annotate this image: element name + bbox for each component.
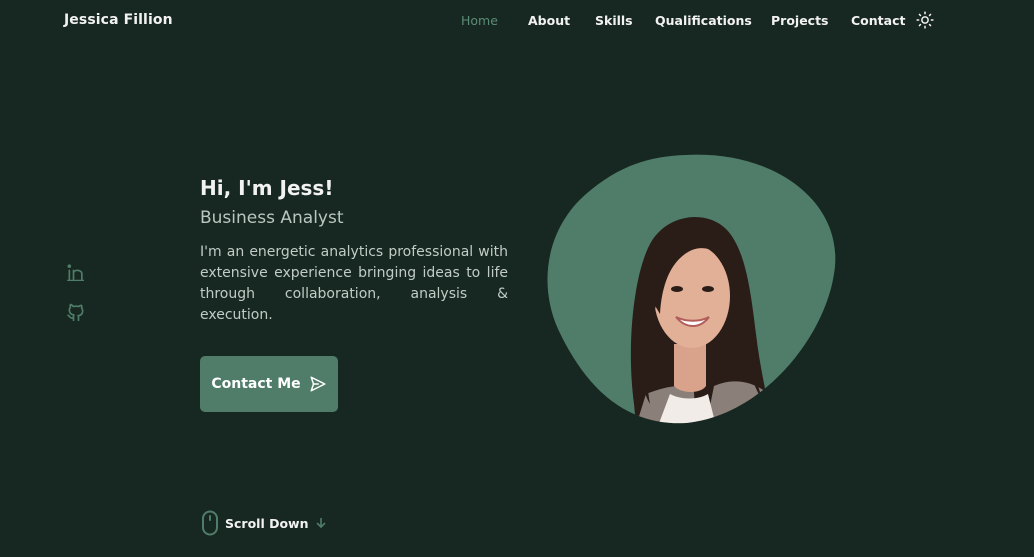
- hero-description: I'm an energetic analytics professional …: [200, 244, 508, 323]
- contact-me-button[interactable]: Contact Me: [200, 356, 338, 412]
- scroll-down-label: Scroll Down: [225, 515, 309, 531]
- portfolio-page: Jessica Fillion Home About Skills Qualif…: [0, 0, 1034, 557]
- scroll-down-link[interactable]: Scroll Down: [201, 509, 327, 537]
- profile-photo: [546, 154, 838, 426]
- theme-toggle-button[interactable]: [916, 11, 934, 29]
- nav-qualifications[interactable]: Qualifications: [655, 13, 752, 28]
- nav-projects[interactable]: Projects: [771, 13, 829, 28]
- linkedin-link[interactable]: [66, 262, 86, 282]
- github-icon: [67, 303, 84, 322]
- hero-subtitle: Business Analyst: [200, 208, 344, 228]
- arrow-down-icon: [316, 517, 325, 529]
- linkedin-icon: [67, 264, 85, 281]
- mouse-icon: [202, 510, 218, 536]
- nav-home[interactable]: Home: [461, 13, 498, 28]
- sun-icon: [916, 11, 934, 29]
- main-nav: Home About Skills Qualifications Project…: [0, 13, 1034, 33]
- nav-about[interactable]: About: [528, 13, 570, 28]
- send-icon: [310, 376, 326, 392]
- nav-skills[interactable]: Skills: [595, 13, 633, 28]
- contact-button-label: Contact Me: [211, 376, 301, 392]
- github-link[interactable]: [66, 302, 86, 322]
- nav-contact[interactable]: Contact: [851, 13, 905, 28]
- hero-title: Hi, I'm Jess!: [200, 176, 334, 200]
- site-header: Jessica Fillion Home About Skills Qualif…: [0, 0, 1034, 42]
